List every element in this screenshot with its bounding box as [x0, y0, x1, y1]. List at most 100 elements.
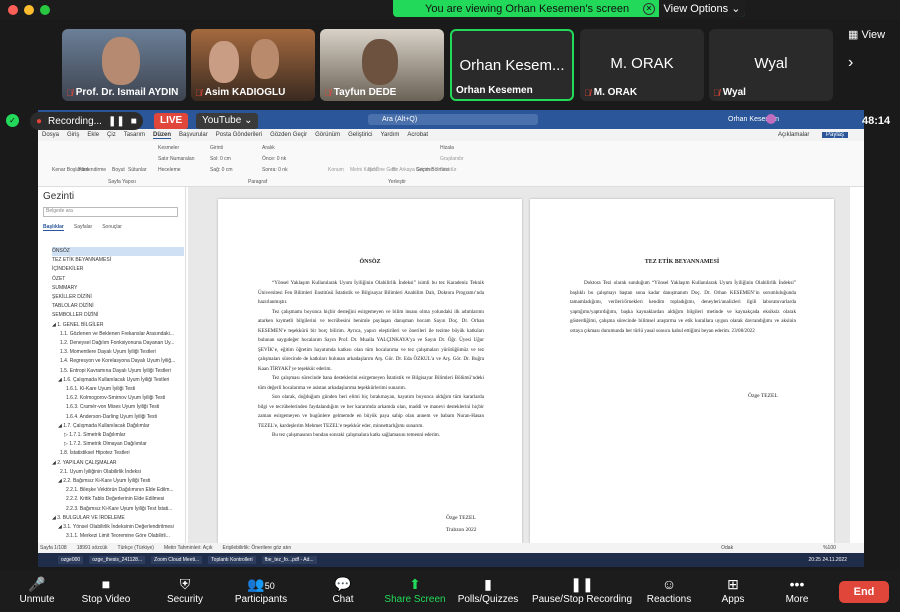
reactions-button[interactable]: ☺ Reactions — [646, 574, 692, 605]
nav-heading-item[interactable]: ÖNSÖZ — [52, 247, 184, 257]
nav-heading-item[interactable]: 1.5. Entropi Kavramına Dayalı Uyum İyili… — [52, 367, 184, 376]
nav-heading-item[interactable]: ▷ 1.7.1. Simetrik Dağılımlar — [52, 431, 184, 440]
nav-heading-item[interactable]: ◢ 3. BULGULAR VE İRDELEME — [52, 514, 184, 523]
nav-search-input[interactable]: Belgede ara — [43, 207, 178, 217]
nav-heading-item[interactable]: 2.2.3. Bağımsız Ki-Kare Uyum İyiliği Tes… — [52, 505, 184, 514]
tab-pages[interactable]: Sayfalar — [74, 224, 92, 231]
tab-headings[interactable]: Başlıklar — [43, 224, 64, 231]
close-window-button[interactable] — [8, 5, 18, 15]
stop-video-button[interactable]: ■ Stop Video — [80, 574, 132, 605]
taskbar-item[interactable]: ozge000 — [58, 556, 84, 564]
minimize-window-button[interactable] — [24, 5, 34, 15]
menu-item[interactable]: Tasarım — [124, 132, 145, 138]
menu-item[interactable]: Dosya — [42, 132, 59, 138]
line-numbers-button[interactable]: Satır Numaraları — [158, 156, 195, 162]
orientation-button[interactable]: Yönlendirme — [78, 167, 106, 173]
indent-left-field[interactable]: Sol: 0 cm — [210, 156, 231, 162]
share-screen-button[interactable]: ⬆ Share Screen — [384, 574, 446, 605]
nav-heading-item[interactable]: ◢ 1.7. Çalışmada Kullanılacak Dağılımlar — [52, 422, 184, 431]
nav-heading-item[interactable]: 1.3. Momentlere Dayalı Uyum İyiliği Test… — [52, 348, 184, 357]
participant-tile-2[interactable]: 🎙̸ Asim KADIOGLU — [191, 29, 315, 101]
menu-item[interactable]: Görünüm — [315, 132, 340, 138]
participant-tile-1[interactable]: 🎙̸ Prof. Dr. Ismail AYDIN — [62, 29, 186, 101]
accessibility[interactable]: Erişilebilirlik: Önerilere göz atın — [223, 545, 292, 551]
rotate-button[interactable]: Döndür — [440, 167, 456, 173]
nav-heading-item[interactable]: ◢ 2. YAPILAN ÇALIŞMALAR — [52, 459, 184, 468]
taskbar-item[interactable]: ozge_thesis_241128... — [89, 556, 146, 564]
indent-right-field[interactable]: Sağ: 0 cm — [210, 167, 233, 173]
page-count[interactable]: Sayfa 1/108 — [40, 545, 67, 551]
nav-heading-item[interactable]: 1.6.1. Ki-Kare Uyum İyiliği Testi — [52, 385, 184, 394]
live-badge[interactable]: LIVE — [154, 113, 189, 129]
language[interactable]: Türkçe (Türkiye) — [118, 545, 154, 551]
nav-heading-item[interactable]: ◢ 1. GENEL BİLGİLER — [52, 321, 184, 330]
security-shield-icon[interactable]: ✓ — [6, 114, 19, 127]
nav-heading-item[interactable]: 1.6.4. Anderson-Darling Uyum İyiliği Tes… — [52, 413, 184, 422]
polls-button[interactable]: ▮ Polls/Quizzes — [456, 574, 520, 605]
taskbar-item[interactable]: Zoom Cloud Meeti... — [151, 556, 203, 564]
columns-button[interactable]: Sütunlar — [128, 167, 147, 173]
menu-item[interactable]: Giriş — [67, 132, 79, 138]
apps-button[interactable]: ⊞ Apps — [718, 574, 748, 605]
nav-heading-item[interactable]: 2.1. Uyum İyiliğinin Olabilirlik İndeksi — [52, 468, 184, 477]
pause-stop-recording-button[interactable]: ❚❚ Pause/Stop Recording — [530, 574, 634, 605]
next-page-arrow[interactable]: › — [848, 54, 853, 72]
nav-heading-item[interactable]: ▷ 1.7.2. Simetrik Olmayan Dağılımlar — [52, 440, 184, 449]
taskbar-item[interactable]: fbe_tez_fo...pdf - Ad... — [261, 556, 317, 564]
menu-item[interactable]: Posta Gönderileri — [216, 132, 262, 138]
stop-icon[interactable]: ■ — [131, 116, 137, 127]
participant-tile-6[interactable]: Wyal 🎙̸ Wyal — [709, 29, 833, 101]
menu-item-active[interactable]: Düzen — [153, 132, 172, 139]
nav-heading-item[interactable]: 1.6.2. Kolmogorov-Smirnov Uyum İyiliği T… — [52, 394, 184, 403]
nav-heading-item[interactable]: 3.1.1. Merkezi Limit Teoremine Göre Olab… — [52, 532, 184, 541]
chat-button[interactable]: 💬 Chat — [328, 574, 358, 605]
nav-heading-item[interactable]: ◢ 3.1. Yönsel Olabilirlik İndeksinin Değ… — [52, 523, 184, 532]
hyphenation-button[interactable]: Heceleme — [158, 167, 181, 173]
end-meeting-button[interactable]: End — [839, 581, 889, 603]
search-box[interactable]: Ara (Alt+Q) — [368, 114, 538, 125]
participants-button[interactable]: 👥50 Participants — [232, 574, 290, 605]
view-options-button[interactable]: View Options ⌄ — [659, 0, 745, 17]
menu-item[interactable]: Acrobat — [407, 132, 428, 138]
focus-button[interactable]: Odak — [721, 545, 733, 551]
align-button[interactable]: Hizala — [440, 145, 454, 151]
unmute-button[interactable]: 🎤 Unmute — [16, 574, 58, 605]
participant-tile-5[interactable]: M. ORAK 🎙̸ M. ORAK — [580, 29, 704, 101]
spacing-after-field[interactable]: Sonra: 0 nk — [262, 167, 288, 173]
nav-heading-item[interactable]: ◢ 2.2. Bağımsız Ki-Kare Uyum İyiliği Tes… — [52, 477, 184, 486]
word-count[interactable]: 18991 sözcük — [77, 545, 108, 551]
nav-heading-item[interactable]: 2.2.2. Kritik Tablo Değerlerinin Elde Ed… — [52, 495, 184, 504]
nav-heading-item[interactable]: 2.2.1. Bileşke Vektörün Dağılımının Elde… — [52, 486, 184, 495]
spacing-before-field[interactable]: Önce: 0 nk — [262, 156, 286, 162]
menu-item[interactable]: Başvurular — [179, 132, 208, 138]
more-button[interactable]: ••• More — [782, 574, 812, 605]
menu-item[interactable]: Çiz — [107, 132, 116, 138]
nav-heading-item[interactable]: ÖZET — [52, 275, 184, 284]
breaks-button[interactable]: Kesmeler — [158, 145, 179, 151]
close-icon[interactable]: ✕ — [643, 2, 655, 15]
document-area[interactable]: ÖNSÖZ “Yönsel Yaklaşım Kullanılarak Uyum… — [188, 187, 850, 543]
nav-heading-item[interactable]: ŞEKİLLER DİZİNİ — [52, 293, 184, 302]
nav-heading-item[interactable]: 1.8. İstatistiksel Hipotez Testleri — [52, 449, 184, 458]
nav-heading-item[interactable]: 1.4. Regresyon ve Korelasyona Dayalı Uyu… — [52, 357, 184, 366]
text-predictions[interactable]: Metin Tahminleri: Açık — [164, 545, 213, 551]
maximize-window-button[interactable] — [40, 5, 50, 15]
zoom-level[interactable]: %100 — [823, 545, 836, 551]
youtube-stream-menu[interactable]: YouTube ⌄ — [196, 113, 259, 129]
share-button[interactable]: Paylaş — [822, 132, 849, 138]
tab-results[interactable]: Sonuçlar — [102, 224, 122, 231]
view-button[interactable]: ▦ View — [848, 28, 885, 41]
nav-heading-item[interactable]: 1.1. Gözlenen ve Beklenen Frekanslar Ara… — [52, 330, 184, 339]
taskbar-item[interactable]: Toplantı Kontrolleri — [208, 556, 256, 564]
nav-heading-item[interactable]: TABLOLAR DİZİNİ — [52, 302, 184, 311]
nav-heading-item[interactable]: SUMMARY — [52, 284, 184, 293]
nav-heading-item[interactable]: TEZ ETİK BEYANNAMESİ — [52, 256, 184, 265]
shared-screen[interactable]: Ara (Alt+Q) Orhan Kesemen Dosya Giriş Ek… — [38, 110, 864, 567]
nav-heading-item[interactable]: SEMBOLLER DİZİNİ — [52, 311, 184, 320]
participant-tile-3[interactable]: 🎙̸ Tayfun DEDE — [320, 29, 444, 101]
menu-item[interactable]: Geliştirici — [348, 132, 372, 138]
position-button[interactable]: Konum — [328, 167, 344, 173]
nav-heading-item[interactable]: 1.2. Deneysel Dağılım Fonksiyonuna Dayan… — [52, 339, 184, 348]
participant-tile-4[interactable]: Orhan Kesem... Orhan Kesemen — [450, 29, 574, 101]
group-button[interactable]: Gruplandır — [440, 156, 464, 162]
